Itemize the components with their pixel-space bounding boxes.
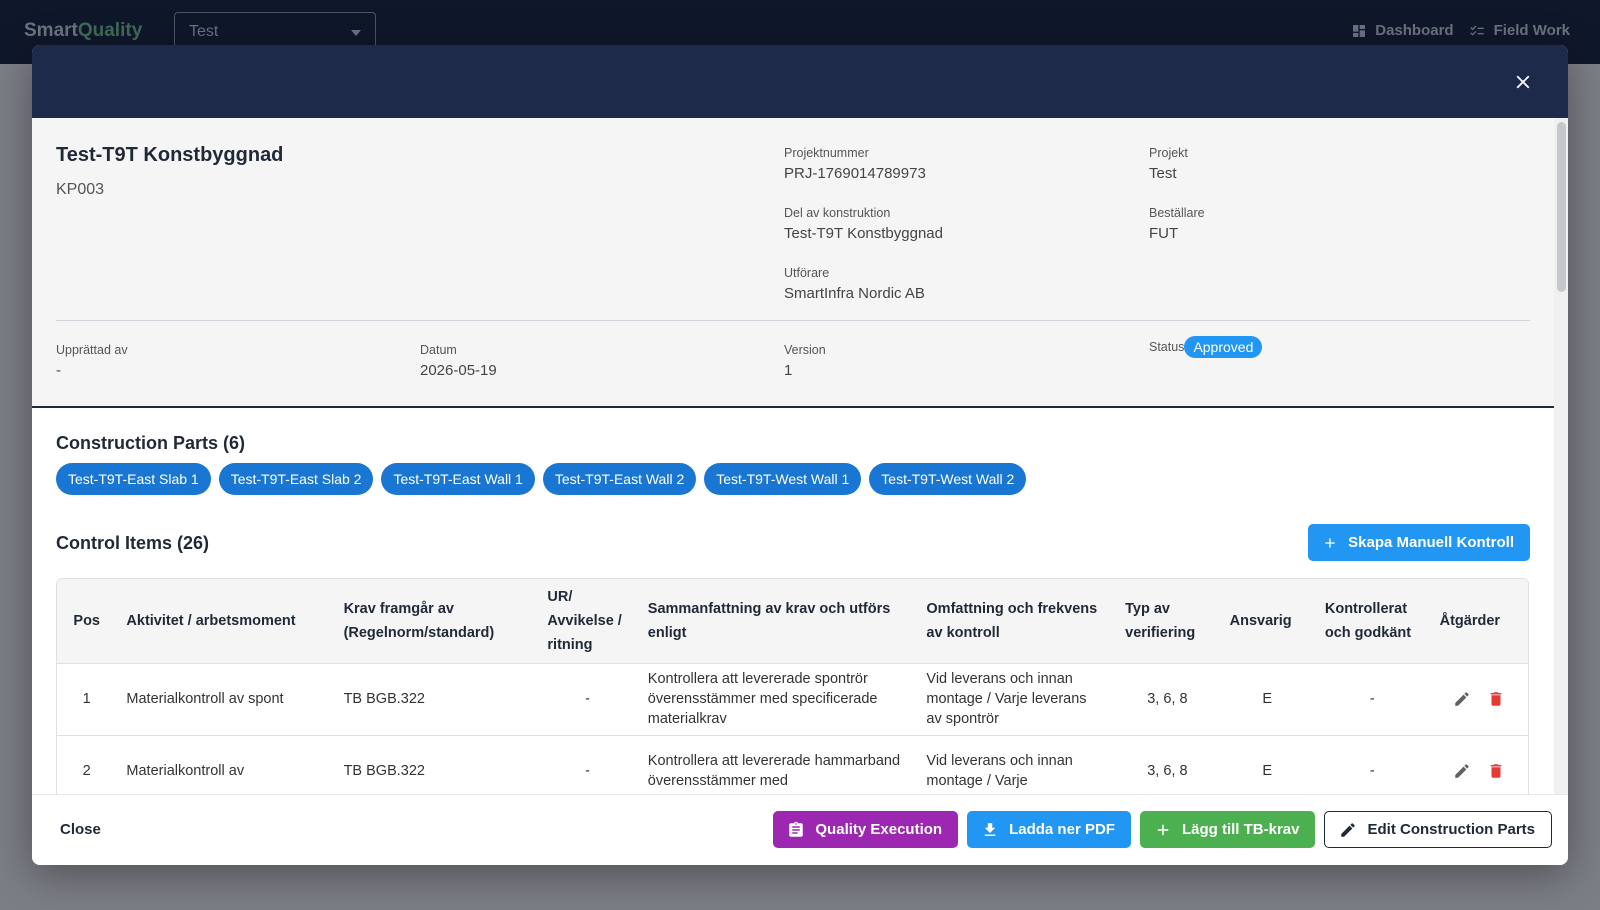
plus-icon (1157, 824, 1169, 835)
field-del-av-konstruktion: Del av konstruktion Test-T9T Konstbyggna… (784, 206, 943, 242)
field-upprattad-av: Upprättad av - (56, 343, 128, 379)
col-kontrollerat[interactable]: Kontrollerat och godkänt (1314, 579, 1430, 663)
field-status: Status Approved (1149, 336, 1263, 363)
nav-field-work[interactable]: Field Work (1468, 22, 1570, 39)
col-pos[interactable]: Pos (57, 579, 117, 663)
construction-part-chip[interactable]: Test-T9T-East Slab 2 (218, 463, 374, 495)
quality-execution-button[interactable]: Quality Execution (773, 811, 959, 848)
col-sammanfattning[interactable]: Sammanfattning av krav och utförs enligt (637, 579, 917, 663)
dialog-footer: Close Quality Execution Ladda ner PDF Lä… (32, 794, 1568, 865)
nav-dashboard-label: Dashboard (1375, 22, 1454, 39)
nav-dashboard[interactable]: Dashboard (1351, 22, 1454, 39)
col-typ[interactable]: Typ av verifiering (1115, 579, 1220, 663)
col-atgarder: Åtgärder (1429, 579, 1528, 663)
construction-part-chip[interactable]: Test-T9T-West Wall 2 (869, 463, 1027, 495)
construction-part-chip[interactable]: Test-T9T-East Wall 1 (381, 463, 535, 495)
status-label: Status (1149, 340, 1185, 354)
field-utforare: Utförare SmartInfra Nordic AB (784, 266, 925, 302)
edit-construction-parts-button[interactable]: Edit Construction Parts (1324, 811, 1552, 848)
construction-part-chip[interactable]: Test-T9T-West Wall 1 (704, 463, 862, 495)
project-select-value: Test (189, 23, 219, 40)
close-icon[interactable] (1512, 71, 1534, 93)
field-projekt: Projekt Test (1149, 146, 1188, 182)
chevron-down-icon (351, 30, 361, 36)
dashboard-icon (1353, 24, 1366, 37)
dialog-header (32, 45, 1568, 118)
col-ur[interactable]: UR/ Avvikelse / ritning (537, 579, 638, 663)
add-tb-requirement-button[interactable]: Lägg till TB-krav (1139, 811, 1316, 848)
field-version: Version 1 (784, 343, 826, 379)
col-omfattning[interactable]: Omfattning och frekvens av kontroll (916, 579, 1116, 663)
construction-parts-chips: Test-T9T-East Slab 1 Test-T9T-East Slab … (56, 463, 1027, 495)
footer-actions: Quality Execution Ladda ner PDF Lägg til… (773, 811, 1552, 848)
control-items-title: Control Items (26) (56, 533, 210, 553)
checklist-icon (1469, 25, 1484, 36)
col-ansvarig[interactable]: Ansvarig (1219, 579, 1315, 663)
plus-icon (1325, 537, 1335, 548)
edit-icon[interactable] (1453, 690, 1471, 708)
table-header-row: Pos Aktivitet / arbetsmoment Krav framgå… (57, 579, 1528, 663)
close-button[interactable]: Close (60, 821, 101, 838)
construction-part-chip[interactable]: Test-T9T-East Wall 2 (542, 463, 697, 495)
field-datum: Datum 2026-05-19 (420, 343, 497, 379)
create-manual-control-button[interactable]: Skapa Manuell Kontroll (1308, 524, 1530, 561)
field-bestallare: Beställare FUT (1149, 206, 1205, 242)
col-krav[interactable]: Krav framgår av (Regelnorm/standard) (333, 579, 538, 663)
control-plan-dialog: Test-T9T Konstbyggnad KP003 Projektnumme… (32, 45, 1568, 865)
create-manual-control-label: Skapa Manuell Kontroll (1348, 534, 1514, 551)
construction-part-chip[interactable]: Test-T9T-East Slab 1 (56, 463, 211, 495)
table-row[interactable]: 2 Materialkontroll av TB BGB.322 - Kontr… (57, 734, 1528, 794)
download-pdf-button[interactable]: Ladda ner PDF (967, 811, 1131, 848)
brand-logo[interactable]: SmartQuality (24, 20, 142, 42)
dialog-body: Test-T9T Konstbyggnad KP003 Projektnumme… (32, 118, 1554, 794)
construction-parts-title: Construction Parts (6) (56, 433, 246, 453)
scrollbar-thumb[interactable] (1557, 122, 1566, 292)
clipboard-icon (789, 821, 804, 837)
control-items-table: Pos Aktivitet / arbetsmoment Krav framgå… (56, 578, 1529, 794)
top-nav: Dashboard Field Work (1351, 22, 1570, 39)
info-divider (56, 320, 1530, 321)
document-code: KP003 (56, 181, 105, 198)
field-projektnummer: Projektnummer PRJ-1769014789973 (784, 146, 926, 182)
document-title: Test-T9T Konstbyggnad (56, 144, 284, 166)
edit-icon[interactable] (1453, 762, 1471, 780)
download-icon (984, 822, 996, 836)
nav-field-work-label: Field Work (1493, 22, 1570, 39)
table-row[interactable]: 1 Materialkontroll av spont TB BGB.322 -… (57, 662, 1528, 735)
delete-icon[interactable] (1487, 762, 1505, 780)
delete-icon[interactable] (1487, 690, 1505, 708)
pencil-icon (1341, 822, 1356, 837)
status-badge: Approved (1184, 336, 1263, 358)
col-aktivitet[interactable]: Aktivitet / arbetsmoment (116, 579, 334, 663)
document-info-panel: Test-T9T Konstbyggnad KP003 Projektnumme… (32, 118, 1554, 408)
